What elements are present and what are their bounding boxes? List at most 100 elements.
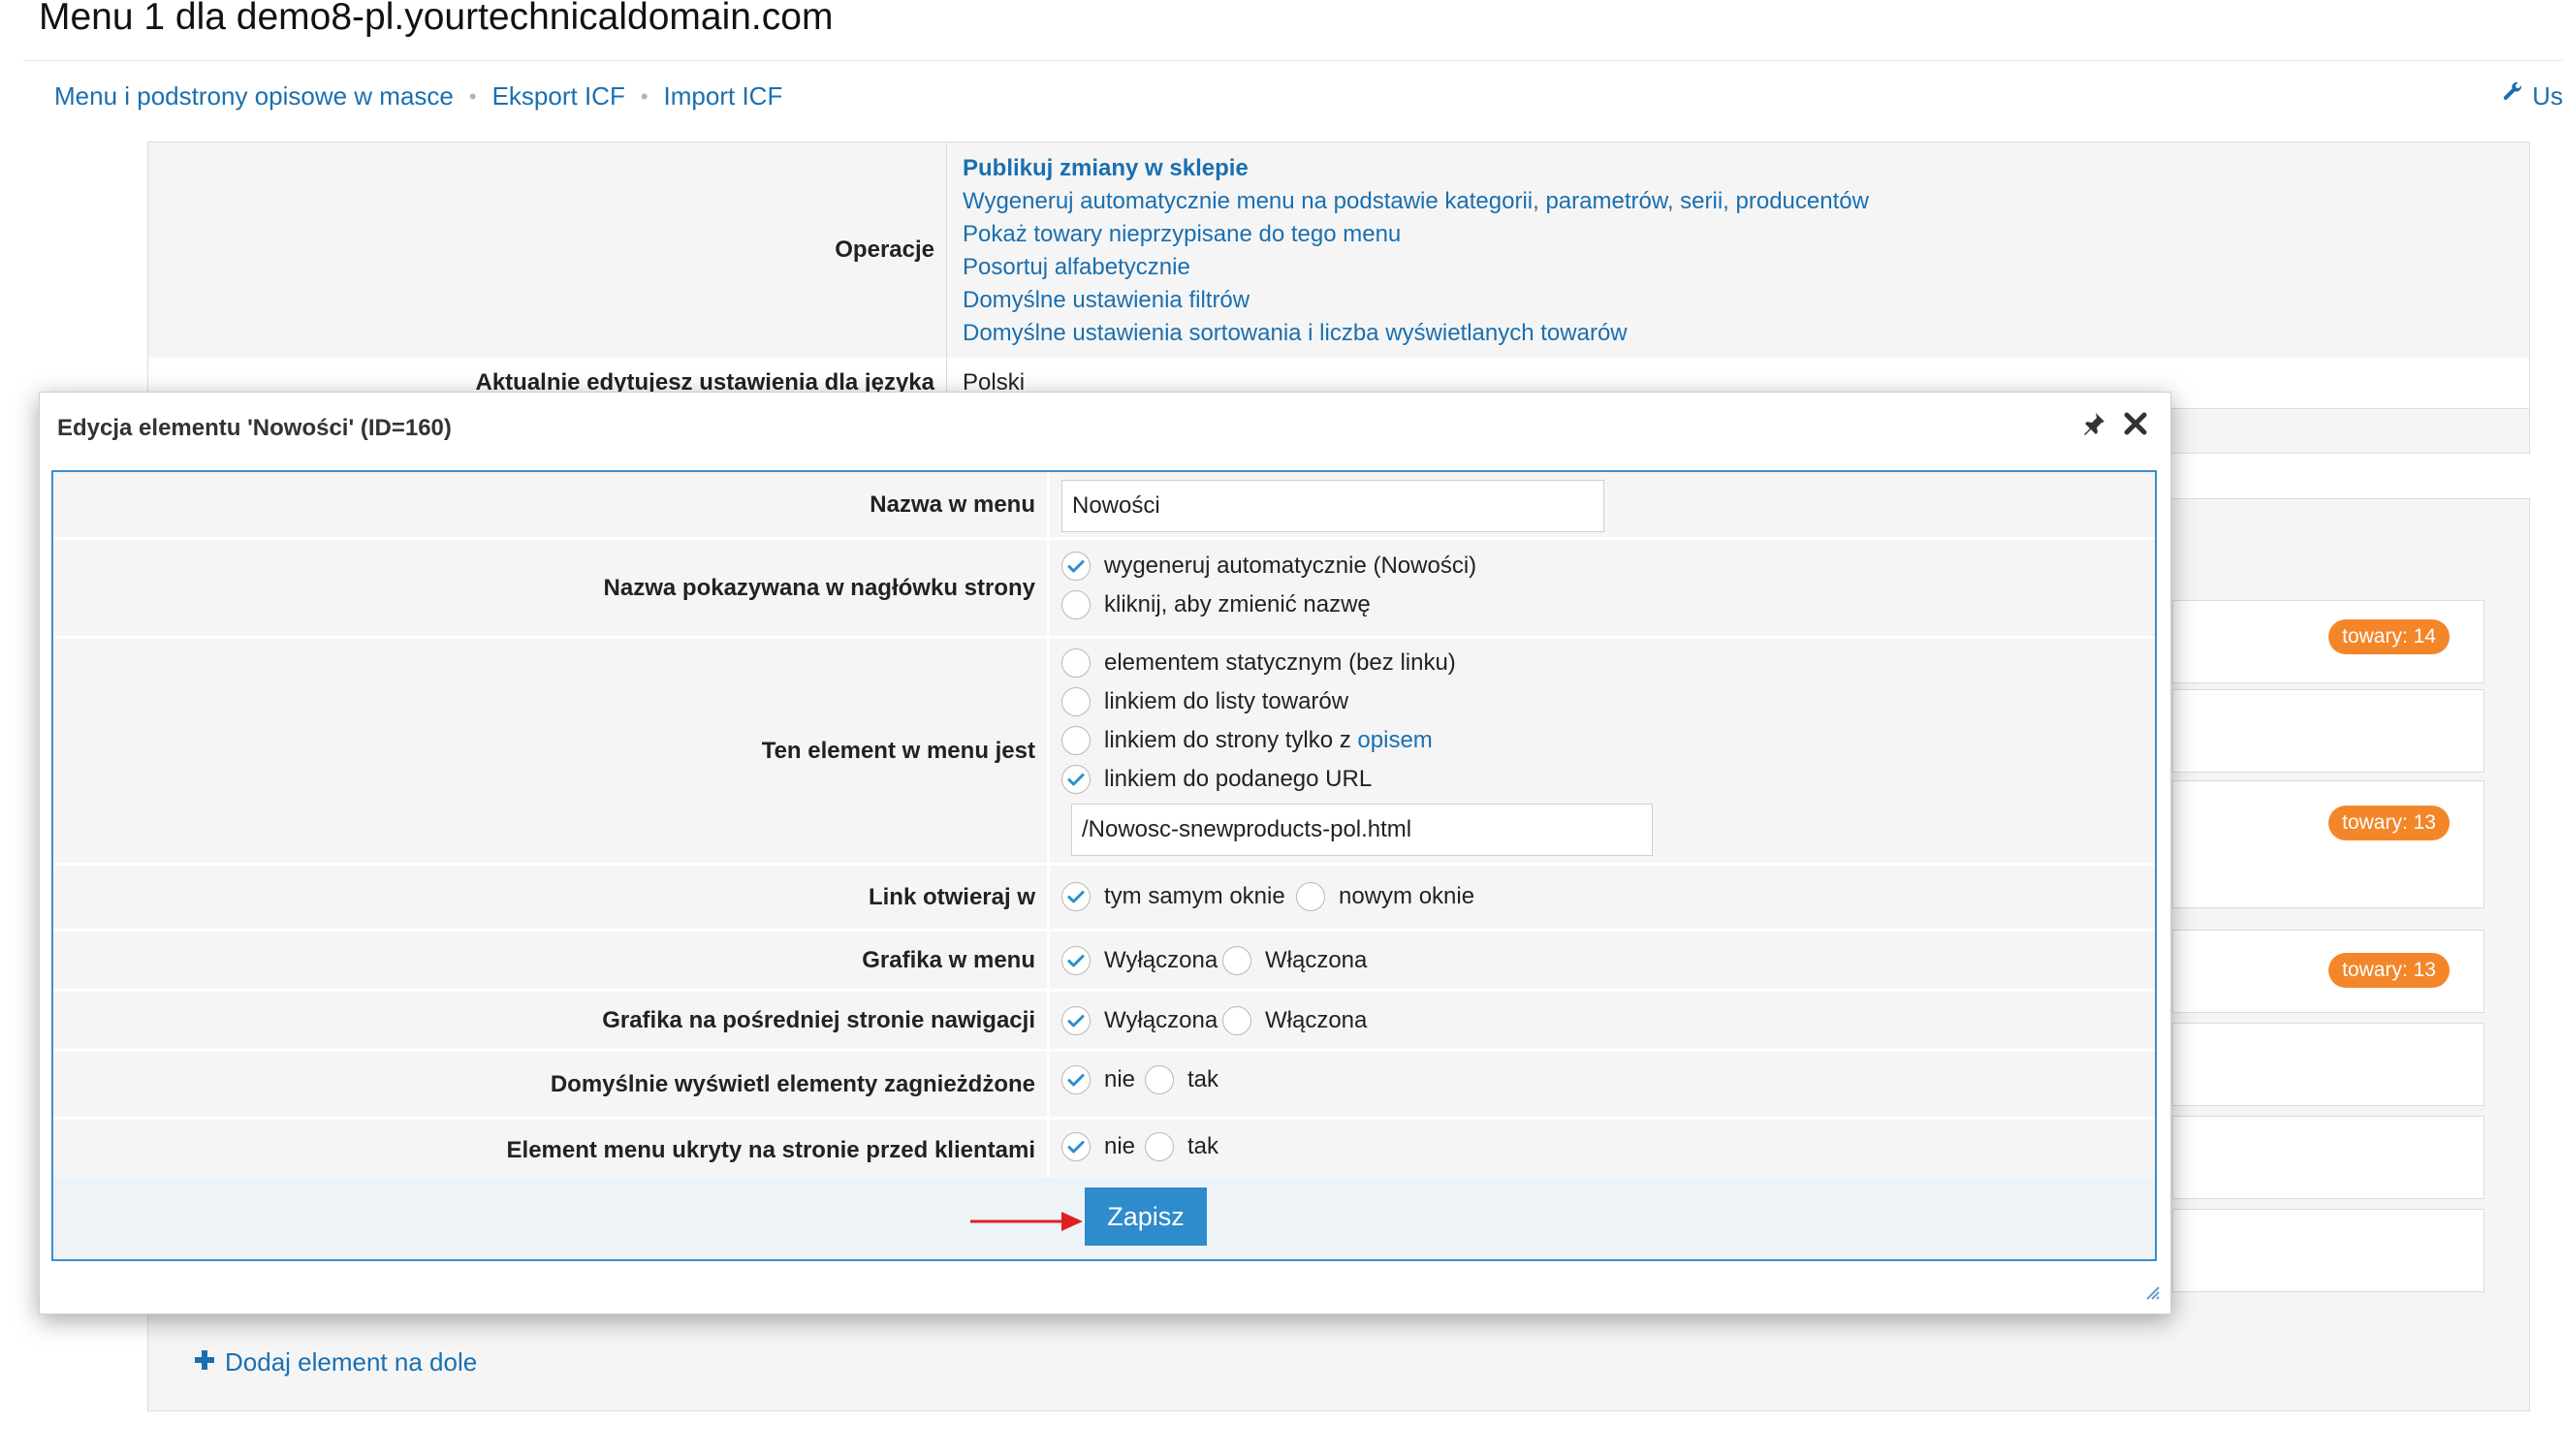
option-label: Wyłączona bbox=[1104, 947, 1218, 973]
product-count-badge: towary: 13 bbox=[2328, 953, 2450, 988]
dialog-header[interactable]: Edycja elementu 'Nowości' (ID=160) bbox=[40, 393, 2170, 464]
menu-item-box bbox=[2172, 1116, 2484, 1199]
option-label: wygeneruj automatycznie (Nowości) bbox=[1104, 553, 1477, 579]
form-footer: Zapisz bbox=[53, 1178, 2155, 1259]
sort-alphabetically-link[interactable]: Posortuj alfabetycznie bbox=[963, 254, 1190, 280]
hidden-no-option[interactable]: nie bbox=[1061, 1132, 1135, 1161]
radio-unchecked[interactable] bbox=[1222, 1006, 1251, 1035]
name-label: Nazwa w menu bbox=[53, 472, 1050, 537]
pin-icon[interactable] bbox=[2081, 411, 2106, 441]
form-row-menu-graphic: Grafika w menu Wyłączona Włączona bbox=[53, 932, 2155, 992]
add-element-bottom-link[interactable]: Dodaj element na dole bbox=[194, 1347, 477, 1377]
show-unassigned-link[interactable]: Pokaż towary nieprzypisane do tego menu bbox=[963, 221, 1401, 247]
option-label: Włączona bbox=[1265, 947, 1368, 973]
radio-checked[interactable] bbox=[1061, 1006, 1091, 1035]
save-button[interactable]: Zapisz bbox=[1085, 1187, 1207, 1246]
menu-graphic-on-option[interactable]: Włączona bbox=[1222, 946, 1367, 975]
hidden-yes-option[interactable]: tak bbox=[1145, 1132, 1218, 1161]
top-nav: Menu i podstrony opisowe w masce • Ekspo… bbox=[54, 81, 782, 111]
form-row-header-name: Nazwa pokazywana w nagłówku strony wygen… bbox=[53, 540, 2155, 639]
dialog-title: Edycja elementu 'Nowości' (ID=160) bbox=[57, 415, 452, 441]
element-type-label: Ten element w menu jest bbox=[53, 639, 1050, 863]
resize-grip-icon[interactable] bbox=[2143, 1283, 2161, 1306]
radio-unchecked[interactable] bbox=[1296, 882, 1325, 911]
type-product-list-option[interactable]: linkiem do listy towarów bbox=[1061, 687, 1348, 716]
radio-unchecked[interactable] bbox=[1061, 687, 1091, 716]
type-url-option[interactable]: linkiem do podanego URL bbox=[1061, 765, 1372, 794]
description-link[interactable]: opisem bbox=[1357, 727, 1432, 754]
title-divider bbox=[23, 60, 2563, 61]
header-name-auto-option[interactable]: wygeneruj automatycznie (Nowości) bbox=[1061, 552, 1476, 581]
radio-checked[interactable] bbox=[1061, 1132, 1091, 1161]
option-label: tym samym oknie bbox=[1104, 883, 1285, 909]
option-label: elementem statycznym (bez linku) bbox=[1104, 649, 1456, 676]
menu-graphic-off-option[interactable]: Wyłączona bbox=[1061, 946, 1218, 975]
operations-label: Operacje bbox=[148, 142, 947, 358]
auto-generate-menu-link[interactable]: Wygeneruj automatycznie menu na podstawi… bbox=[963, 188, 1869, 214]
menu-item-box bbox=[2172, 1209, 2484, 1292]
radio-checked[interactable] bbox=[1061, 552, 1091, 581]
option-label: linkiem do listy towarów bbox=[1104, 688, 1349, 714]
option-label: tak bbox=[1187, 1133, 1219, 1159]
nav-separator: • bbox=[468, 83, 477, 109]
link-open-label: Link otwieraj w bbox=[53, 866, 1050, 929]
radio-checked[interactable] bbox=[1061, 946, 1091, 975]
nav-graphic-on-option[interactable]: Włączona bbox=[1222, 1006, 1367, 1035]
publish-changes-link[interactable]: Publikuj zmiany w sklepie bbox=[963, 155, 1249, 181]
nav-separator: • bbox=[640, 83, 649, 109]
form-row-name: Nazwa w menu bbox=[53, 472, 2155, 540]
operations-row: Operacje Publikuj zmiany w sklepie Wygen… bbox=[148, 142, 2529, 359]
radio-unchecked[interactable] bbox=[1145, 1132, 1174, 1161]
form-row-element-type: Ten element w menu jest elementem statyc… bbox=[53, 639, 2155, 866]
menu-item-box bbox=[2172, 780, 2484, 908]
form-row-hidden: Element menu ukryty na stronie przed kli… bbox=[53, 1120, 2155, 1184]
menu-graphic-label: Grafika w menu bbox=[53, 932, 1050, 989]
page-title: Menu 1 dla demo8-pl.yourtechnicaldomain.… bbox=[39, 0, 834, 38]
operations-links: Publikuj zmiany w sklepie Wygeneruj auto… bbox=[963, 152, 1869, 350]
option-label: nowym oknie bbox=[1339, 883, 1475, 909]
nav-bulk-menu-link[interactable]: Menu i podstrony opisowe w masce bbox=[54, 81, 454, 111]
default-filters-link[interactable]: Domyślne ustawienia filtrów bbox=[963, 287, 1250, 313]
radio-checked[interactable] bbox=[1061, 765, 1091, 794]
top-right-link[interactable]: Us bbox=[2501, 81, 2563, 111]
option-label: nie bbox=[1104, 1133, 1136, 1159]
product-count-badge: towary: 14 bbox=[2328, 619, 2450, 654]
form-row-link-open: Link otwieraj w tym samym oknie nowym ok… bbox=[53, 866, 2155, 932]
radio-unchecked[interactable] bbox=[1061, 726, 1091, 755]
nav-export-icf-link[interactable]: Eksport ICF bbox=[492, 81, 625, 111]
link-open-new-option[interactable]: nowym oknie bbox=[1296, 882, 1474, 911]
edit-element-dialog: Edycja elementu 'Nowości' (ID=160) Nazwa… bbox=[39, 392, 2171, 1314]
nested-default-no-option[interactable]: nie bbox=[1061, 1065, 1135, 1094]
radio-checked[interactable] bbox=[1061, 882, 1091, 911]
product-count-badge: towary: 13 bbox=[2328, 806, 2450, 840]
type-static-option[interactable]: elementem statycznym (bez linku) bbox=[1061, 649, 1456, 678]
menu-item-box bbox=[2172, 1023, 2484, 1106]
default-sorting-link[interactable]: Domyślne ustawienia sortowania i liczba … bbox=[963, 320, 1628, 346]
option-label: linkiem do strony tylko z bbox=[1104, 727, 1358, 753]
wrench-icon bbox=[2501, 81, 2524, 111]
radio-checked[interactable] bbox=[1061, 1065, 1091, 1094]
hidden-label: Element menu ukryty na stronie przed kli… bbox=[53, 1120, 1050, 1181]
radio-unchecked[interactable] bbox=[1061, 649, 1091, 678]
nested-default-label: Domyślnie wyświetl elementy zagnieżdżone bbox=[53, 1052, 1050, 1117]
close-icon[interactable] bbox=[2122, 410, 2149, 442]
option-label: Włączona bbox=[1265, 1007, 1368, 1033]
option-label: kliknij, aby zmienić nazwę bbox=[1104, 591, 1371, 617]
menu-item-box bbox=[2172, 689, 2484, 773]
nav-graphic-label: Grafika na pośredniej stronie nawigacji bbox=[53, 992, 1050, 1049]
nav-graphic-off-option[interactable]: Wyłączona bbox=[1061, 1006, 1218, 1035]
link-open-same-option[interactable]: tym samym oknie bbox=[1061, 882, 1285, 911]
edit-form: Nazwa w menu Nazwa pokazywana w nagłówku… bbox=[51, 470, 2157, 1261]
radio-unchecked[interactable] bbox=[1145, 1065, 1174, 1094]
nav-import-icf-link[interactable]: Import ICF bbox=[664, 81, 783, 111]
type-description-page-option[interactable]: linkiem do strony tylko z opisem bbox=[1061, 726, 1433, 755]
menu-name-input[interactable] bbox=[1061, 480, 1604, 532]
top-right-label: Us bbox=[2532, 81, 2563, 111]
radio-unchecked[interactable] bbox=[1222, 946, 1251, 975]
url-input[interactable] bbox=[1071, 804, 1653, 856]
add-element-label: Dodaj element na dole bbox=[225, 1347, 478, 1377]
nested-default-yes-option[interactable]: tak bbox=[1145, 1065, 1218, 1094]
radio-unchecked[interactable] bbox=[1061, 590, 1091, 619]
option-label: linkiem do podanego URL bbox=[1104, 766, 1373, 792]
header-name-custom-option[interactable]: kliknij, aby zmienić nazwę bbox=[1061, 590, 1371, 619]
